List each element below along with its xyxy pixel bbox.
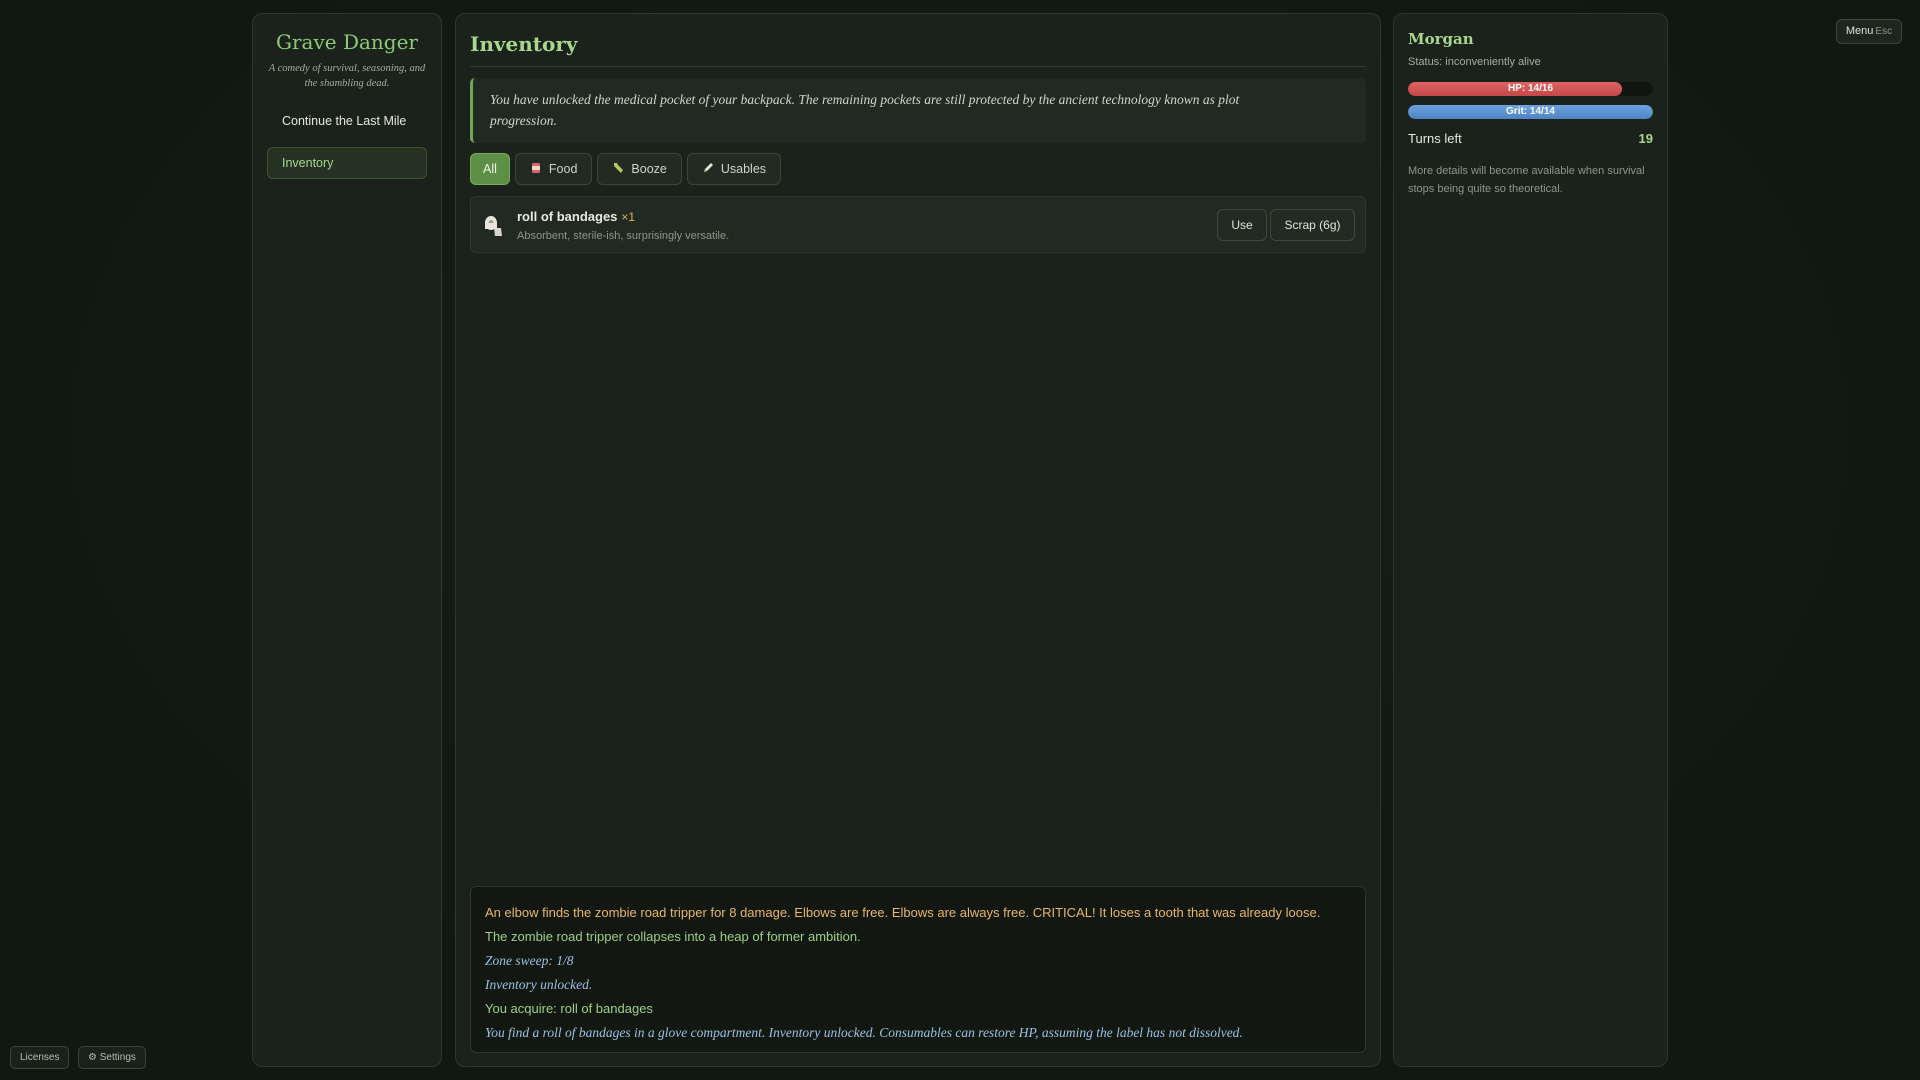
hp-bar: HP: 14/16: [1408, 82, 1653, 96]
sidebar: Grave Danger A comedy of survival, seaso…: [252, 13, 442, 1067]
food-can-icon: [530, 162, 543, 177]
menu-label: Menu: [1845, 25, 1874, 37]
log-line: Zone sweep: 1/8: [485, 953, 574, 968]
log-line: You acquire: roll of bandages: [485, 1001, 653, 1016]
filter-booze[interactable]: Booze: [597, 153, 682, 185]
filter-usables[interactable]: Usables: [686, 153, 782, 185]
nav-continue-last-mile[interactable]: Continue the Last Mile: [267, 105, 427, 137]
character-status: Status: inconveniently alive: [1408, 56, 1541, 68]
character-panel: Morgan Status: inconveniently alive HP: …: [1393, 13, 1668, 1067]
log-line: You find a roll of bandages in a glove c…: [485, 1025, 1243, 1040]
bottle-icon: [612, 162, 625, 177]
filter-all-label: All: [483, 162, 497, 176]
turns-left-value: 19: [1638, 131, 1653, 146]
menu-button[interactable]: Menu Esc: [1836, 19, 1902, 44]
inventory-item: roll of bandages ×1 Absorbent, sterile-is…: [470, 196, 1366, 253]
grit-bar-label: Grit: 14/14: [1506, 106, 1555, 117]
bandage-roll-icon: [484, 215, 504, 236]
game-subtitle: A comedy of survival, seasoning, and the…: [268, 63, 426, 89]
item-description: Absorbent, sterile-ish, surprisingly ver…: [517, 230, 730, 242]
log-line: An elbow finds the zombie road tripper f…: [485, 905, 1321, 920]
filter-food-label: Food: [548, 162, 578, 176]
grit-bar: Grit: 14/14: [1408, 105, 1653, 119]
nav-inventory[interactable]: Inventory: [267, 147, 427, 179]
log-line: Inventory unlocked.: [485, 977, 593, 992]
inventory-panel: Inventory You have unlocked the medical …: [455, 13, 1381, 1067]
scrap-button[interactable]: Scrap (6g): [1270, 209, 1355, 241]
turns-left-label: Turns left: [1408, 131, 1462, 146]
hp-bar-label: HP: 14/16: [1507, 83, 1554, 94]
item-quantity: ×1: [621, 210, 636, 224]
character-note: More details will become available when …: [1408, 165, 1645, 195]
pencil-icon: [702, 162, 715, 177]
item-name: roll of bandages ×1: [517, 209, 635, 224]
character-name: Morgan: [1408, 30, 1474, 48]
settings-button[interactable]: ⚙ Settings: [78, 1046, 146, 1069]
licenses-button[interactable]: Licenses: [10, 1046, 70, 1069]
item-name-text: roll of bandages: [517, 209, 618, 224]
title-divider: [470, 66, 1366, 67]
filter-usables-label: Usables: [720, 162, 767, 176]
menu-shortcut-key: Esc: [1875, 26, 1893, 37]
unlock-notice: You have unlocked the medical pocket of …: [470, 78, 1366, 143]
page-title: Inventory: [470, 32, 578, 56]
game-title: Grave Danger: [276, 30, 418, 54]
filter-all[interactable]: All: [470, 153, 510, 185]
turns-left-row: Turns left 19: [1408, 131, 1653, 146]
use-button[interactable]: Use: [1217, 209, 1267, 241]
filter-food[interactable]: Food: [514, 153, 593, 185]
filter-booze-label: Booze: [631, 162, 667, 176]
filter-tabs: All Food Booze Usables: [470, 153, 782, 185]
event-log: An elbow finds the zombie road tripper f…: [470, 886, 1366, 1053]
log-line: The zombie road tripper collapses into a…: [485, 929, 861, 944]
